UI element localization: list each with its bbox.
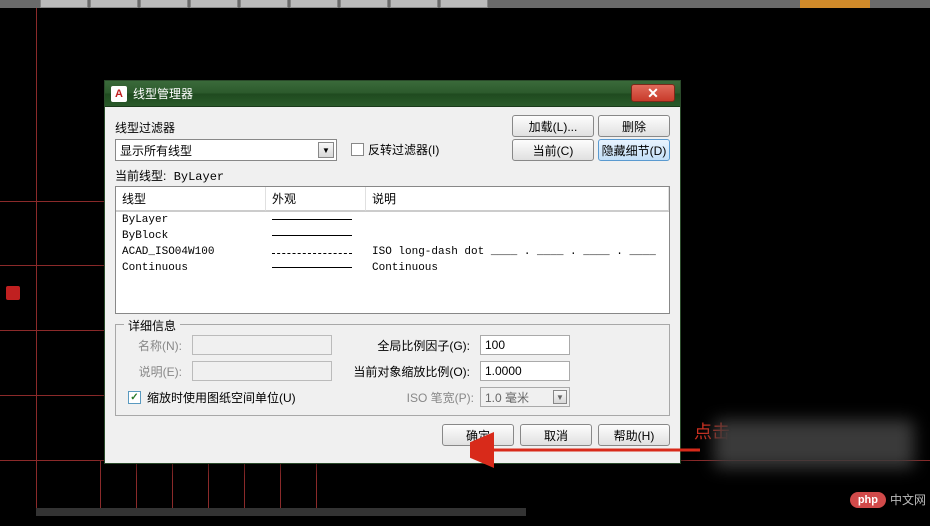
- linetype-list[interactable]: 线型 外观 说明 ByLayer ByBlock ACAD_ISO04W100 ISO…: [115, 186, 670, 314]
- row-type: ByLayer: [116, 214, 266, 226]
- load-button[interactable]: 加载(L)...: [512, 115, 594, 137]
- column-header-description[interactable]: 说明: [366, 187, 669, 211]
- paper-space-label: 缩放时使用图纸空间单位(U): [147, 389, 296, 406]
- current-button[interactable]: 当前(C): [512, 139, 594, 161]
- filter-value: 显示所有线型: [120, 142, 192, 159]
- close-icon: ✕: [647, 85, 659, 102]
- cancel-button[interactable]: 取消: [520, 424, 592, 446]
- row-type: ByBlock: [116, 230, 266, 242]
- current-linetype-label: 当前线型:: [115, 169, 166, 183]
- close-button[interactable]: ✕: [631, 84, 675, 102]
- row-type: ACAD_ISO04W100: [116, 246, 266, 258]
- delete-button[interactable]: 删除: [598, 115, 670, 137]
- row-type: Continuous: [116, 262, 266, 274]
- titlebar[interactable]: A 线型管理器 ✕: [105, 81, 680, 107]
- details-group: 详细信息 名称(N): 全局比例因子(G): 100 说明(E): 当前对象缩放…: [115, 324, 670, 416]
- row-appearance: [266, 230, 366, 242]
- ok-button[interactable]: 确定: [442, 424, 514, 446]
- name-input: [192, 335, 332, 355]
- list-row[interactable]: ByLayer: [116, 212, 669, 228]
- iso-pen-select: 1.0 毫米 ▼: [480, 387, 570, 407]
- app-icon: A: [111, 86, 127, 102]
- dialog-title: 线型管理器: [133, 85, 193, 102]
- watermark: php 中文网: [850, 491, 926, 508]
- invert-filter-checkbox[interactable]: [351, 143, 364, 156]
- hide-details-button[interactable]: 隐藏细节(D): [598, 139, 670, 161]
- global-scale-label: 全局比例因子(G):: [342, 337, 470, 354]
- row-appearance: [266, 214, 366, 226]
- list-row[interactable]: Continuous Continuous: [116, 260, 669, 276]
- left-tool-icon: [6, 286, 20, 300]
- invert-filter-label: 反转过滤器(I): [368, 141, 439, 158]
- grid-line: [36, 8, 37, 516]
- row-description: ISO long-dash dot ____ . ____ . ____ . _…: [366, 246, 669, 258]
- iso-pen-label: ISO 笔宽(P):: [346, 389, 474, 406]
- chevron-down-icon: ▼: [553, 390, 567, 404]
- dialog-body: 线型过滤器 显示所有线型 ▼ 反转过滤器(I) 加载(L)... 删除 当前(C…: [105, 107, 680, 463]
- row-appearance: [266, 246, 366, 258]
- list-row[interactable]: ACAD_ISO04W100 ISO long-dash dot ____ . _…: [116, 244, 669, 260]
- object-scale-label: 当前对象缩放比例(O):: [342, 363, 470, 380]
- row-appearance: [266, 262, 366, 274]
- grid-line: [0, 265, 104, 266]
- blurred-region: [714, 420, 914, 468]
- current-linetype-value: ByLayer: [174, 170, 224, 184]
- object-scale-input[interactable]: 1.0000: [480, 361, 570, 381]
- chevron-down-icon: ▼: [318, 142, 334, 158]
- column-header-type[interactable]: 线型: [116, 187, 266, 211]
- php-badge: php: [850, 492, 886, 508]
- desc-label: 说明(E):: [124, 363, 182, 380]
- help-button[interactable]: 帮助(H): [598, 424, 670, 446]
- bottom-shadow: [36, 508, 526, 516]
- watermark-text: 中文网: [890, 491, 926, 508]
- filter-combo[interactable]: 显示所有线型 ▼: [115, 139, 337, 161]
- name-label: 名称(N):: [124, 337, 182, 354]
- desc-input: [192, 361, 332, 381]
- grid-line: [0, 201, 104, 202]
- list-row[interactable]: ByBlock: [116, 228, 669, 244]
- column-header-appearance[interactable]: 外观: [266, 187, 366, 211]
- filter-label: 线型过滤器: [115, 119, 337, 136]
- linetype-manager-dialog: A 线型管理器 ✕ 线型过滤器 显示所有线型 ▼ 反转过滤器(I) 加载(L).…: [104, 80, 681, 464]
- top-right-fragment: [800, 0, 870, 8]
- grid-line: [0, 330, 104, 331]
- row-description: Continuous: [366, 262, 669, 274]
- paper-space-checkbox[interactable]: ✓: [128, 391, 141, 404]
- top-tabs-fragment: [0, 0, 488, 8]
- global-scale-input[interactable]: 100: [480, 335, 570, 355]
- details-legend: 详细信息: [124, 317, 180, 334]
